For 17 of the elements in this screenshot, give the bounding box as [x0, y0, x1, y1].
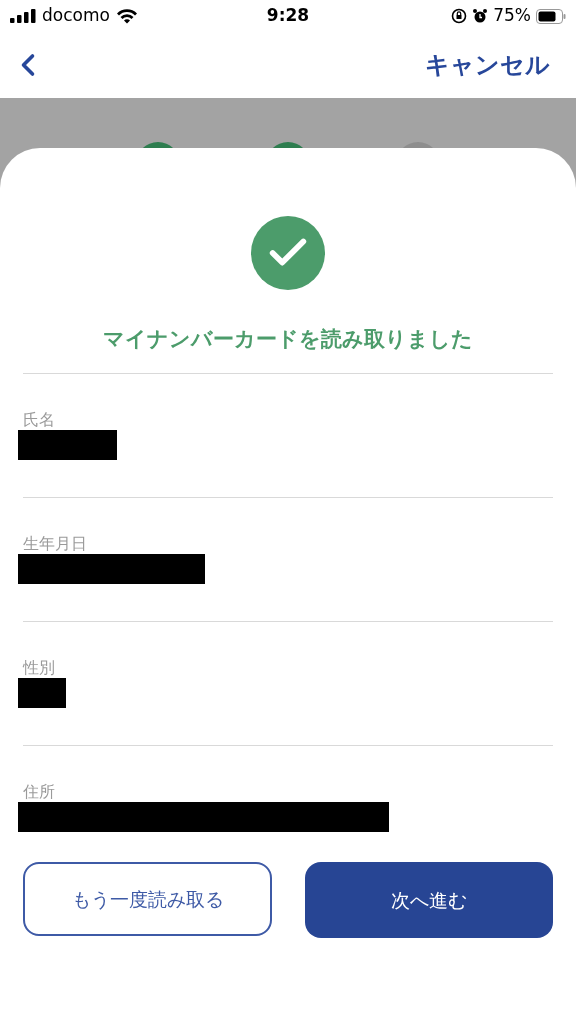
retry-button[interactable]: もう一度読み取る — [23, 862, 272, 936]
battery-icon — [536, 8, 566, 24]
cancel-button[interactable]: キャンセル — [425, 47, 550, 83]
field-label: 生年月日 — [23, 534, 88, 554]
clock-time: 9:28 — [266, 4, 310, 28]
orientation-lock-icon — [451, 8, 468, 24]
alarm-icon — [472, 8, 489, 24]
field-label: 住所 — [23, 782, 56, 802]
result-title: マイナンバーカードを読み取りました — [102, 326, 474, 353]
redacted-value — [18, 678, 66, 708]
field-label: 性別 — [23, 658, 56, 678]
field-label: 氏名 — [23, 410, 56, 430]
wifi-icon — [115, 8, 138, 24]
carrier-name: docomo — [42, 4, 110, 28]
signal-icon — [10, 9, 36, 23]
next-button[interactable]: 次へ進む — [305, 862, 553, 938]
battery-percent: 75% — [493, 4, 531, 28]
